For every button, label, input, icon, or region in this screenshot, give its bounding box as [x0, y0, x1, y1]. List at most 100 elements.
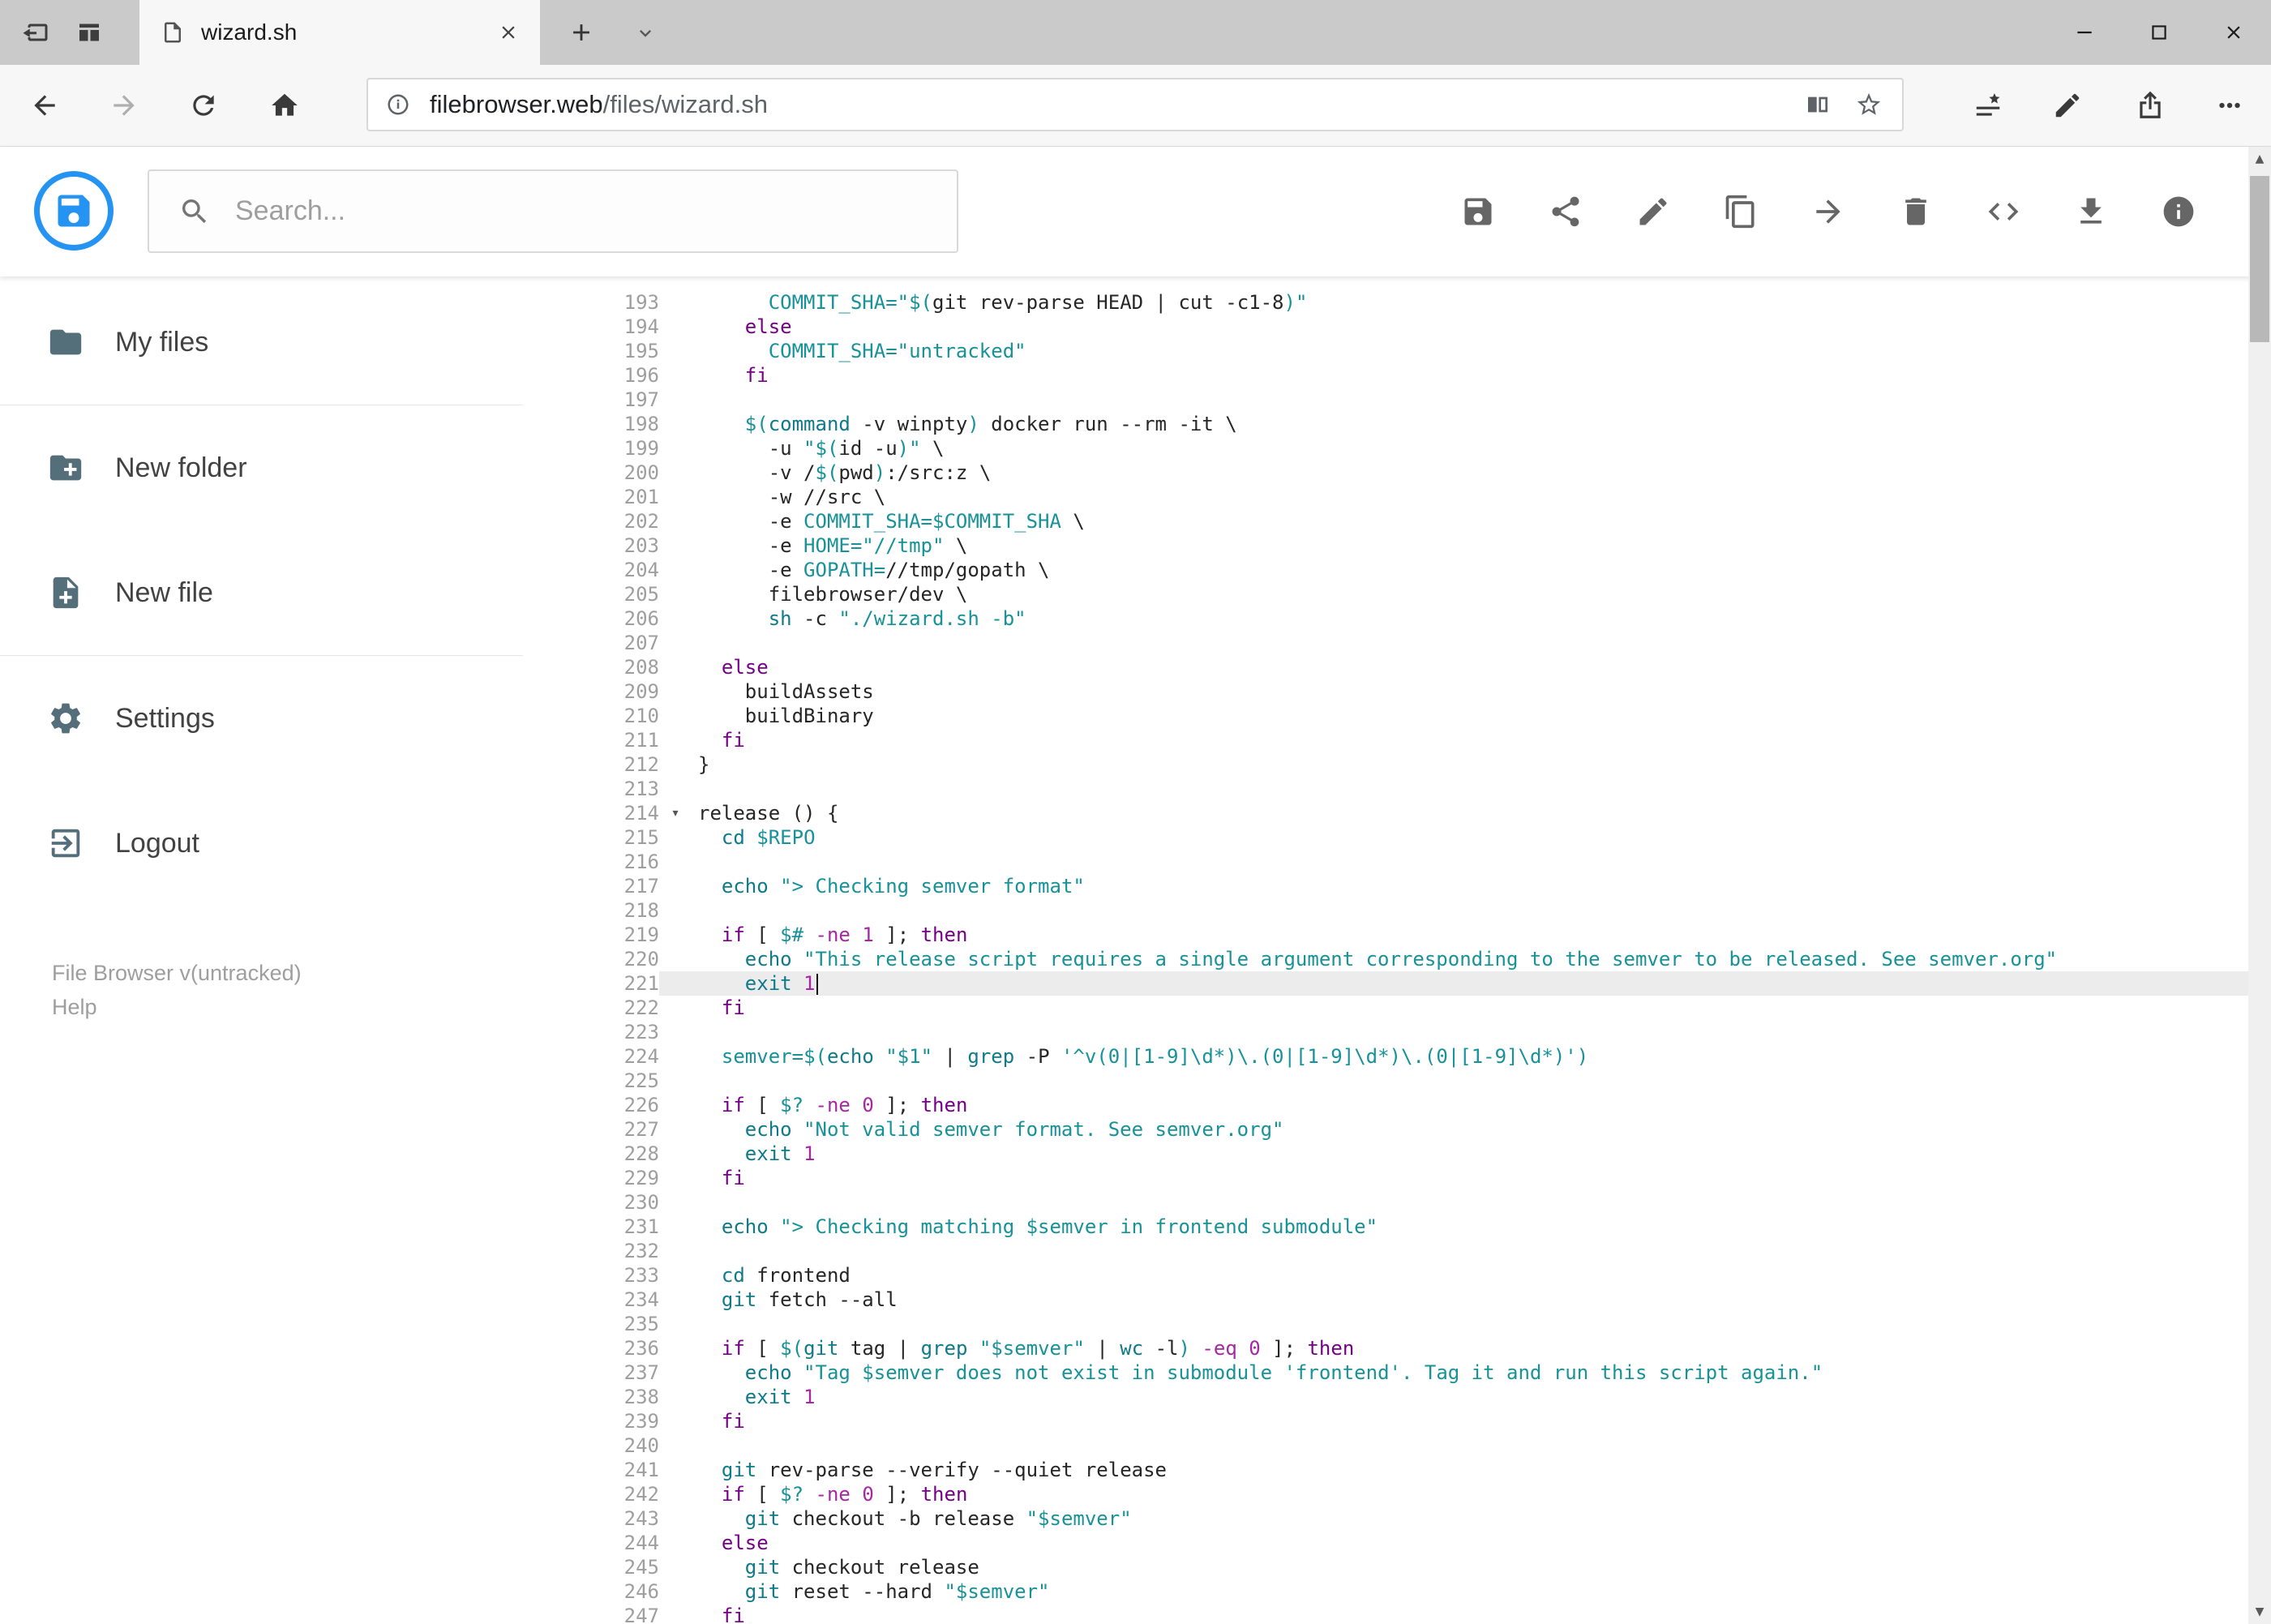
code-line[interactable]: 229 fi — [523, 1166, 2271, 1190]
code-line[interactable]: 216 — [523, 850, 2271, 874]
sidebar-item-settings[interactable]: Settings — [0, 656, 523, 781]
code-line[interactable]: 241 git rev-parse --verify --quiet relea… — [523, 1458, 2271, 1482]
line-body[interactable]: else — [659, 315, 2271, 339]
code-line[interactable]: 207 — [523, 631, 2271, 655]
code-line[interactable]: 247 fi — [523, 1604, 2271, 1624]
line-body[interactable]: fi — [659, 1604, 2271, 1624]
code-line[interactable]: 203 -e HOME="//tmp" \ — [523, 533, 2271, 558]
line-body[interactable]: echo "Not valid semver format. See semve… — [659, 1117, 2271, 1142]
browser-tab[interactable]: wizard.sh — [139, 0, 540, 65]
close-tab-icon[interactable] — [498, 22, 519, 43]
code-line[interactable]: 195 COMMIT_SHA="untracked" — [523, 339, 2271, 363]
favorite-star-icon[interactable] — [1855, 91, 1883, 118]
code-line[interactable]: 218 — [523, 898, 2271, 923]
search-input[interactable] — [234, 195, 957, 228]
code-line[interactable]: 202 -e COMMIT_SHA=$COMMIT_SHA \ — [523, 509, 2271, 533]
code-line[interactable]: 226 if [ $? -ne 0 ]; then — [523, 1093, 2271, 1117]
home-button[interactable] — [269, 90, 300, 121]
code-line[interactable]: 213 — [523, 777, 2271, 801]
code-line[interactable]: 211 fi — [523, 728, 2271, 752]
favorites-hub-icon[interactable] — [1973, 90, 2003, 121]
line-body[interactable]: fi — [659, 1166, 2271, 1190]
code-line[interactable]: 204 -e GOPATH=//tmp/gopath \ — [523, 558, 2271, 582]
code-line[interactable]: 194 else — [523, 315, 2271, 339]
page-scrollbar[interactable]: ▲ ▼ — [2248, 147, 2271, 1624]
code-line[interactable]: 230 — [523, 1190, 2271, 1215]
forward-button[interactable] — [109, 90, 139, 121]
code-line[interactable]: 219 if [ $# -ne 1 ]; then — [523, 923, 2271, 947]
copy-button[interactable] — [1723, 194, 1759, 229]
line-body[interactable] — [659, 777, 2271, 801]
code-line[interactable]: 212} — [523, 752, 2271, 777]
line-body[interactable]: semver=$(echo "$1" | grep -P '^v(0|[1-9]… — [659, 1044, 2271, 1069]
line-body[interactable]: git fetch --all — [659, 1288, 2271, 1312]
code-line[interactable]: 205 filebrowser/dev \ — [523, 582, 2271, 606]
line-body[interactable]: echo "This release script requires a sin… — [659, 947, 2271, 971]
move-button[interactable] — [1810, 194, 1846, 229]
line-body[interactable]: -e COMMIT_SHA=$COMMIT_SHA \ — [659, 509, 2271, 533]
line-body[interactable] — [659, 1190, 2271, 1215]
line-body[interactable]: echo "> Checking semver format" — [659, 874, 2271, 898]
line-body[interactable] — [659, 388, 2271, 412]
code-line[interactable]: 222 fi — [523, 996, 2271, 1020]
maximize-button[interactable] — [2122, 0, 2196, 65]
line-body[interactable]: COMMIT_SHA="$(git rev-parse HEAD | cut -… — [659, 290, 2271, 315]
code-line[interactable]: 199 -u "$(id -u)" \ — [523, 436, 2271, 461]
line-body[interactable] — [659, 1020, 2271, 1044]
scrollbar-thumb[interactable] — [2250, 176, 2269, 342]
line-body[interactable]: git checkout -b release "$semver" — [659, 1506, 2271, 1531]
line-body[interactable]: exit 1 — [659, 1385, 2271, 1409]
line-body[interactable]: else — [659, 655, 2271, 679]
code-line[interactable]: 214 ▾ release () { — [523, 801, 2271, 825]
line-body[interactable]: -e HOME="//tmp" \ — [659, 533, 2271, 558]
code-line[interactable]: 239 fi — [523, 1409, 2271, 1433]
code-line[interactable]: 206 sh -c "./wizard.sh -b" — [523, 606, 2271, 631]
code-line[interactable]: 196 fi — [523, 363, 2271, 388]
refresh-button[interactable] — [188, 90, 219, 121]
line-body[interactable] — [659, 850, 2271, 874]
code-line[interactable]: 237 echo "Tag $semver does not exist in … — [523, 1360, 2271, 1385]
line-body[interactable]: sh -c "./wizard.sh -b" — [659, 606, 2271, 631]
line-body[interactable] — [659, 898, 2271, 923]
code-line[interactable]: 232 — [523, 1239, 2271, 1263]
page-share-icon[interactable] — [2135, 90, 2166, 121]
address-bar[interactable]: filebrowser.web/files/wizard.sh — [366, 78, 1904, 131]
line-body[interactable]: cd $REPO — [659, 825, 2271, 850]
tab-list-chevron-icon[interactable] — [634, 22, 657, 45]
code-line[interactable]: 217 echo "> Checking semver format" — [523, 874, 2271, 898]
back-button[interactable] — [29, 90, 60, 121]
code-line[interactable]: 225 — [523, 1069, 2271, 1093]
sidebar-item-new-file[interactable]: New file — [0, 530, 523, 655]
line-body[interactable] — [659, 631, 2271, 655]
code-line[interactable]: 198 $(command -v winpty) docker run --rm… — [523, 412, 2271, 436]
new-tab-icon[interactable] — [568, 19, 595, 46]
edit-button[interactable] — [1635, 194, 1671, 229]
code-line[interactable]: 210 buildBinary — [523, 704, 2271, 728]
line-body[interactable]: if [ $(git tag | grep "$semver" | wc -l)… — [659, 1336, 2271, 1360]
code-button[interactable] — [1986, 194, 2021, 229]
line-body[interactable] — [659, 1312, 2271, 1336]
line-body[interactable]: filebrowser/dev \ — [659, 582, 2271, 606]
code-line[interactable]: 238 exit 1 — [523, 1385, 2271, 1409]
line-body[interactable]: COMMIT_SHA="untracked" — [659, 339, 2271, 363]
url-text[interactable]: filebrowser.web/files/wizard.sh — [430, 90, 1805, 119]
site-info-icon[interactable] — [386, 92, 410, 117]
search-box[interactable] — [148, 169, 958, 253]
line-body[interactable]: -e GOPATH=//tmp/gopath \ — [659, 558, 2271, 582]
code-line[interactable]: 236 if [ $(git tag | grep "$semver" | wc… — [523, 1336, 2271, 1360]
save-button[interactable] — [1460, 194, 1496, 229]
line-body[interactable]: ▾ release () { — [659, 801, 2271, 825]
sidebar-item-new-folder[interactable]: New folder — [0, 405, 523, 530]
close-window-button[interactable] — [2196, 0, 2271, 65]
line-body[interactable]: fi — [659, 728, 2271, 752]
scroll-down-arrow-icon[interactable]: ▼ — [2248, 1600, 2271, 1624]
web-note-pen-icon[interactable] — [2052, 90, 2083, 121]
active-line[interactable]: exit 1 — [659, 971, 2271, 996]
line-body[interactable]: echo "Tag $semver does not exist in subm… — [659, 1360, 2271, 1385]
set-tabs-aside-icon[interactable] — [19, 18, 49, 47]
line-body[interactable]: $(command -v winpty) docker run --rm -it… — [659, 412, 2271, 436]
line-body[interactable]: else — [659, 1531, 2271, 1555]
code-line[interactable]: 209 buildAssets — [523, 679, 2271, 704]
code-line[interactable]: 223 — [523, 1020, 2271, 1044]
line-body[interactable]: buildBinary — [659, 704, 2271, 728]
